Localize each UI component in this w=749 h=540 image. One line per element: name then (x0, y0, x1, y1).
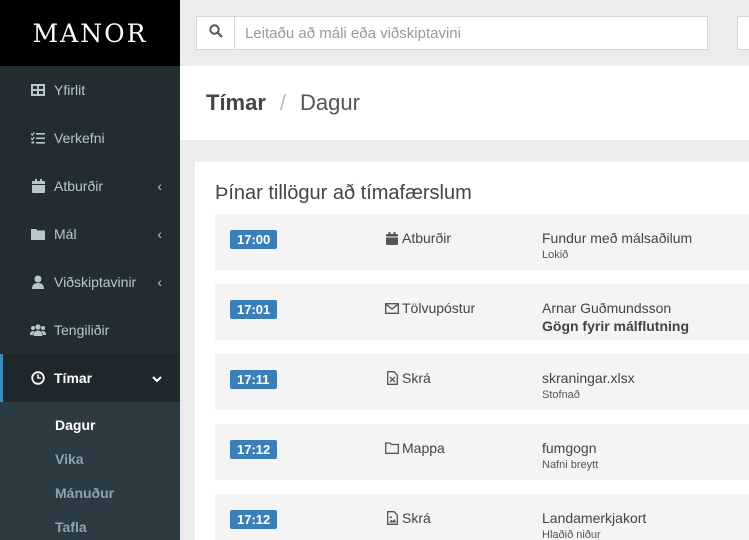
image-file-icon (385, 511, 399, 525)
time-badge: 17:11 (230, 370, 277, 389)
subnav-item-vika[interactable]: Vika (0, 442, 180, 476)
entry-description: Fundur með málsaðilum Lokið (542, 230, 692, 261)
dashboard-icon (30, 82, 46, 98)
search-button[interactable] (197, 17, 235, 49)
entry-type: Skrá (385, 510, 431, 526)
folder-icon (30, 226, 46, 242)
envelope-icon (385, 301, 399, 315)
list-item[interactable]: 17:00 Atburðir Fundur með málsaðilum Lok… (215, 214, 749, 270)
tasks-icon (30, 130, 46, 146)
entry-type-label: Tölvupóstur (402, 300, 476, 316)
entry-title: skraningar.xlsx (542, 370, 635, 386)
entry-type-label: Atburðir (402, 230, 452, 246)
entry-title: fumgogn (542, 440, 597, 456)
breadcrumb: Tímar / Dagur (180, 66, 749, 140)
entry-type: Tölvupóstur (385, 300, 475, 316)
topbar-control[interactable] (737, 16, 749, 50)
sidebar-item-timar[interactable]: Tímar (0, 354, 180, 402)
chevron-left-icon: ‹ (157, 274, 162, 290)
sidebar-item-vidskiptavinir[interactable]: Viðskiptavinir ‹ (0, 258, 180, 306)
sidebar-item-label: Viðskiptavinir (54, 274, 137, 290)
sidebar-item-label: Tímar (54, 370, 93, 386)
users-icon (30, 322, 46, 338)
excel-file-icon (385, 371, 399, 385)
suggestions-panel: Þínar tillögur að tímafærslum 17:00 Atbu… (195, 162, 749, 540)
entry-type: Mappa (385, 440, 445, 456)
entry-description: fumgogn Nafni breytt (542, 440, 598, 471)
list-item[interactable]: 17:01 Tölvupóstur Arnar Guðmundsson Gögn… (215, 284, 749, 340)
sidebar-subnav-timar: Dagur Vika Mánuður Tafla (0, 402, 180, 540)
subnav-item-dagur[interactable]: Dagur (0, 408, 180, 442)
sidebar-item-mal[interactable]: Mál ‹ (0, 210, 180, 258)
folder-open-icon (385, 441, 399, 455)
entry-title: Landamerkjakort (542, 510, 647, 526)
sidebar-item-label: Verkefni (54, 130, 105, 146)
entry-description: Landamerkjakort Hlaðið niður (542, 510, 646, 540)
entry-subtitle: Gögn fyrir málflutning (542, 318, 689, 334)
search-bar (196, 16, 708, 50)
entry-type-label: Skrá (402, 370, 431, 386)
panel-title: Þínar tillögur að tímafærslum (215, 182, 472, 204)
time-badge: 17:00 (230, 230, 278, 249)
chevron-left-icon: ‹ (157, 178, 162, 194)
time-badge: 17:01 (230, 300, 278, 319)
user-icon (30, 274, 46, 290)
calendar-icon (385, 231, 399, 245)
entry-description: skraningar.xlsx Stofnað (542, 370, 635, 401)
chevron-left-icon: ‹ (157, 226, 162, 242)
entry-description: Arnar Guðmundsson Gögn fyrir málflutning (542, 300, 689, 334)
entry-title: Arnar Guðmundsson (542, 300, 672, 316)
breadcrumb-separator: / (279, 90, 287, 115)
entry-type: Skrá (385, 370, 431, 386)
entry-type: Atburðir (385, 230, 451, 246)
subnav-item-manudur[interactable]: Mánuður (0, 476, 180, 510)
topbar (180, 0, 749, 66)
sidebar-item-label: Yfirlit (54, 82, 86, 98)
entry-title: Fundur með málsaðilum (542, 230, 693, 246)
app-logo[interactable]: MANOR (0, 0, 180, 66)
list-item[interactable]: 17:12 Mappa fumgogn Nafni breytt (215, 424, 749, 480)
sidebar-item-label: Mál (54, 226, 77, 242)
sidebar-item-yfirlit[interactable]: Yfirlit (0, 66, 180, 114)
search-input[interactable] (235, 17, 707, 49)
breadcrumb-root[interactable]: Tímar (206, 90, 266, 116)
sidebar-nav: Yfirlit Verkefni Atburðir ‹ Mál ‹ Viðski… (0, 66, 180, 402)
sidebar-item-label: Tengiliðir (54, 322, 110, 338)
list-item[interactable]: 17:12 Skrá Landamerkjakort Hlaðið niður (215, 494, 749, 540)
sidebar-item-atburdir[interactable]: Atburðir ‹ (0, 162, 180, 210)
calendar-icon (30, 178, 46, 194)
sidebar-item-tengilidir[interactable]: Tengiliðir (0, 306, 180, 354)
clock-icon (30, 370, 46, 386)
page-title: Dagur (300, 90, 360, 115)
sidebar-item-verkefni[interactable]: Verkefni (0, 114, 180, 162)
chevron-down-icon (152, 370, 162, 386)
entry-subtitle: Hlaðið niður (542, 529, 601, 540)
subnav-item-tafla[interactable]: Tafla (0, 510, 180, 540)
list-item[interactable]: 17:11 Skrá skraningar.xlsx Stofnað (215, 354, 749, 410)
suggestions-list: 17:00 Atburðir Fundur með málsaðilum Lok… (215, 214, 749, 540)
entry-subtitle: Lokið (542, 249, 569, 261)
sidebar-item-label: Atburðir (54, 178, 104, 194)
entry-subtitle: Stofnað (542, 389, 580, 401)
entry-subtitle: Nafni breytt (542, 459, 599, 471)
time-badge: 17:12 (230, 440, 278, 459)
search-icon (208, 23, 223, 43)
sidebar: MANOR Yfirlit Verkefni Atburðir ‹ Mál ‹ … (0, 0, 180, 540)
time-badge: 17:12 (230, 510, 278, 529)
entry-type-label: Mappa (402, 440, 445, 456)
entry-type-label: Skrá (402, 510, 431, 526)
